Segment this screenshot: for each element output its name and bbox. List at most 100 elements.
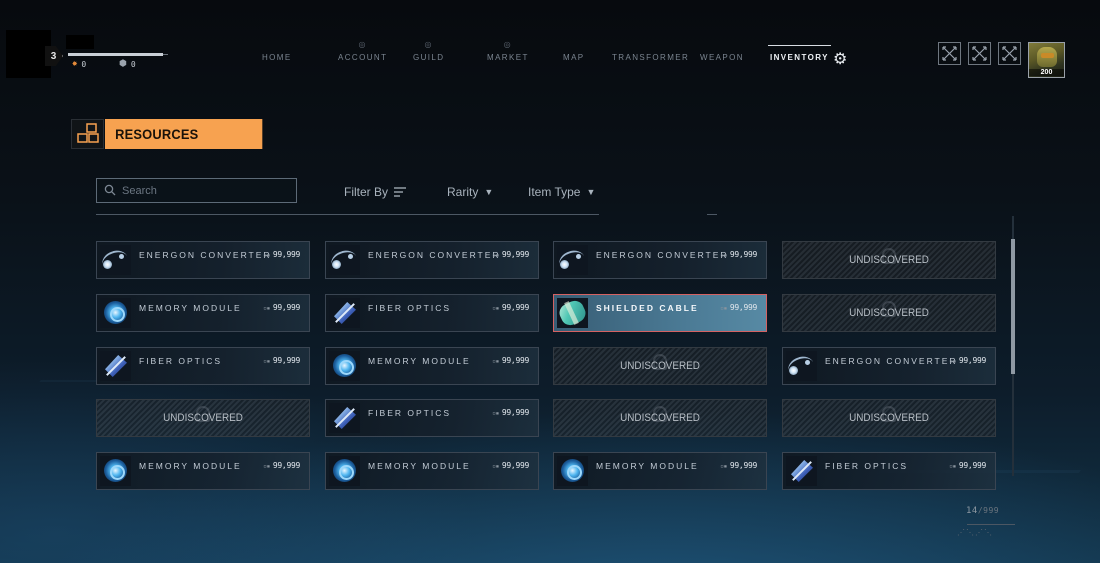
nav-item-label: INVENTORY [770,53,829,62]
scrollbar-thumb[interactable] [1011,238,1015,374]
nav-item-home[interactable]: HOME [262,53,292,62]
resource-quantity-value: 99,999 [272,250,300,259]
fiber-icon [100,351,131,381]
resource-name: FIBER OPTICS [825,461,909,471]
slot-label: UNDISCOVERED [163,412,243,424]
resource-quantity: ▫▪ 99,999 [492,250,529,259]
memory-icon [100,456,131,486]
currency-primary: ✸ 0 [72,59,86,69]
caret-down-icon: ▼ [484,187,494,197]
resource-name: MEMORY MODULE [368,461,471,471]
nav-item-guild[interactable]: ◎ GUILD [413,40,445,62]
resource-card[interactable]: MEMORY MODULE ▫▪ 99,999 [325,452,539,490]
xp-bar [68,53,168,56]
stack-icon: ▫▪ [720,463,727,470]
energon-icon [786,351,817,381]
resource-name: FIBER OPTICS [368,303,452,313]
resource-card[interactable]: MEMORY MODULE ▫▪ 99,999 [553,452,767,490]
undiscovered-slot[interactable]: UNDISCOVERED [782,294,996,332]
search-box[interactable] [96,178,297,203]
nav-item-inventory[interactable]: INVENTORY [768,45,831,62]
nav-item-weapon[interactable]: WEAPON [700,53,744,62]
resource-quantity: ▫▪ 99,999 [720,303,757,312]
nav-item-label: MARKET [487,53,529,62]
nav-item-market[interactable]: ◎ MARKET [487,40,529,62]
player-name [66,35,94,49]
undiscovered-slot[interactable]: UNDISCOVERED [553,399,767,437]
resource-card[interactable]: ENERGON CONVERTER ▫▪ 99,999 [96,241,310,279]
resource-card[interactable]: MEMORY MODULE ▫▪ 99,999 [325,347,539,385]
hud-button-2[interactable] [968,42,991,65]
filter-by-button[interactable]: Filter By [344,185,407,199]
hud-button-3[interactable] [998,42,1021,65]
page-title: RESOURCES [105,119,263,149]
stack-icon: ▫▪ [949,358,956,365]
resource-name: ENERGON CONVERTER [139,250,272,260]
resource-name: MEMORY MODULE [139,461,242,471]
item-type-dropdown[interactable]: Item Type ▼ [528,185,595,199]
nav-item-transformer[interactable]: TRANSFORMER [612,53,689,62]
search-input[interactable] [122,182,290,200]
stack-icon: ▫▪ [263,463,270,470]
resource-card[interactable]: FIBER OPTICS ▫▪ 99,999 [325,399,539,437]
resource-card[interactable]: FIBER OPTICS ▫▪ 99,999 [782,452,996,490]
hud-button-1[interactable] [938,42,961,65]
filter-by-label: Filter By [344,185,389,199]
energon-icon [100,245,131,275]
resource-name: ENERGON CONVERTER [825,356,958,366]
character-portrait[interactable]: 200 [1028,42,1065,78]
undiscovered-slot[interactable]: UNDISCOVERED [782,241,996,279]
resource-quantity-value: 99,999 [729,250,757,259]
resource-quantity: ▫▪ 99,999 [720,250,757,259]
resource-card[interactable]: ENERGON CONVERTER ▫▪ 99,999 [782,347,996,385]
stack-icon: ▫▪ [492,410,499,417]
undiscovered-slot[interactable]: UNDISCOVERED [96,399,310,437]
resource-quantity: ▫▪ 99,999 [263,356,300,365]
resource-quantity: ▫▪ 99,999 [492,303,529,312]
undiscovered-slot[interactable]: UNDISCOVERED [782,399,996,437]
filter-divider-dash [707,214,717,215]
resource-name: MEMORY MODULE [139,303,242,313]
resource-name: SHIELDED CABLE [596,303,699,313]
resource-quantity: ▫▪ 99,999 [263,303,300,312]
player-level-badge: 3 [45,46,63,66]
rarity-dropdown[interactable]: Rarity ▼ [447,185,493,199]
resource-quantity-value: 99,999 [272,461,300,470]
currency-secondary: ⬢ 0 [119,59,136,69]
nav-item-map[interactable]: MAP [563,53,585,62]
visor-icon [1041,53,1054,58]
energon-icon [557,245,588,275]
slot-label: UNDISCOVERED [849,307,929,319]
resource-quantity-value: 99,999 [501,408,529,417]
resource-quantity: ▫▪ 99,999 [263,461,300,470]
decorative-glyph-icon: ⋰⋱⋰⋱ [957,528,993,537]
stack-icon: ▫▪ [263,358,270,365]
lock-icon: ◎ [424,40,433,49]
resource-card[interactable]: MEMORY MODULE ▫▪ 99,999 [96,452,310,490]
resource-name: ENERGON CONVERTER [596,250,729,260]
slot-label: UNDISCOVERED [620,412,700,424]
stack-icon: ▫▪ [720,252,727,259]
resource-name: ENERGON CONVERTER [368,250,501,260]
nav-item-label: TRANSFORMER [612,53,690,62]
nav-item-label: ACCOUNT [338,53,388,62]
resource-card[interactable]: ENERGON CONVERTER ▫▪ 99,999 [325,241,539,279]
undiscovered-slot[interactable]: UNDISCOVERED [553,347,767,385]
resource-card[interactable]: FIBER OPTICS ▫▪ 99,999 [96,347,310,385]
gear-icon[interactable]: ⚙ [833,49,847,69]
memory-icon [329,456,360,486]
stack-icon: ▫▪ [492,252,499,259]
resource-name: MEMORY MODULE [368,356,471,366]
nav-item-label: GUILD [413,53,445,62]
resource-card[interactable]: SHIELDED CABLE ▫▪ 99,999 [553,294,767,332]
resource-card[interactable]: FIBER OPTICS ▫▪ 99,999 [325,294,539,332]
slot-label: UNDISCOVERED [849,254,929,266]
resource-card[interactable]: MEMORY MODULE ▫▪ 99,999 [96,294,310,332]
nav-item-account[interactable]: ◎ ACCOUNT [338,40,388,62]
player-avatar[interactable] [6,30,51,78]
resource-card[interactable]: ENERGON CONVERTER ▫▪ 99,999 [553,241,767,279]
crossed-arrows-icon [1002,46,1017,61]
item-count-total: 999 [983,506,1000,515]
resource-quantity-value: 99,999 [501,250,529,259]
slot-label: UNDISCOVERED [620,360,700,372]
